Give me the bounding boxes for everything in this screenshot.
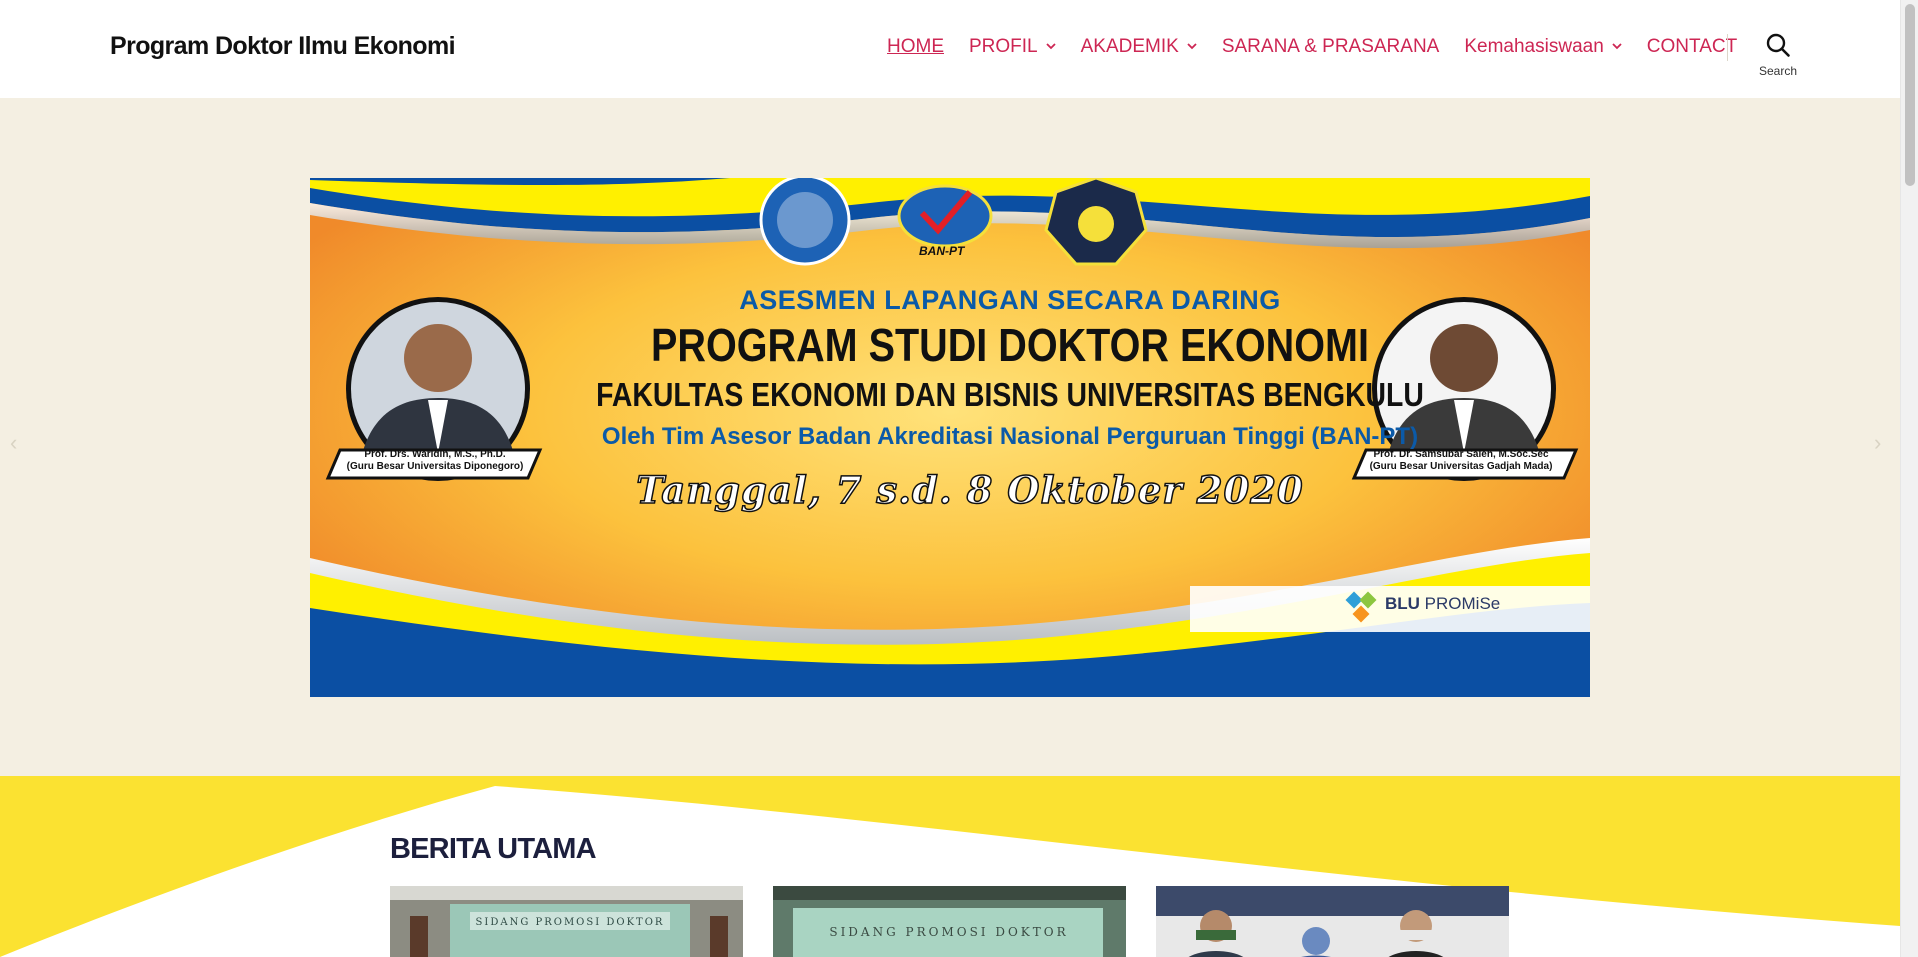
nav-item-label: AKADEMIK	[1080, 36, 1179, 57]
portrait-caption-left: Prof. Drs. Waridin, M.S., Ph.D. (Guru Be…	[330, 449, 540, 473]
news-section: BERITA UTAMA SIDANG PROMOSI DOKTOR SIDAN…	[0, 776, 1900, 957]
partner-logo-rest: PROMiSe	[1419, 594, 1501, 613]
news-card[interactable]: SIDANG PROMOSI DOKTOR	[390, 886, 743, 957]
card-caption: SIDANG PROMOSI DOKTOR	[476, 917, 665, 928]
chevron-down-icon	[1045, 43, 1056, 50]
news-card-image	[1156, 886, 1509, 957]
chevron-down-icon	[1612, 43, 1622, 50]
partner-logo-bold: BLU	[1385, 594, 1420, 613]
search-label: Search	[1758, 64, 1798, 78]
site-header: Program Doktor Ilmu Ekonomi HOME PROFIL …	[0, 0, 1900, 98]
nav-item-label: PROFIL	[969, 36, 1038, 57]
nav-item-akademik[interactable]: AKADEMIK	[1081, 36, 1197, 58]
nav-item-label: CONTACT	[1646, 36, 1738, 57]
news-card-image: SIDANG PROMOSI DOKTOR	[773, 886, 1126, 957]
news-card[interactable]	[1156, 886, 1509, 957]
banner-faculty: FAKULTAS EKONOMI DAN BISNIS UNIVERSITAS …	[596, 376, 1424, 413]
nav-item-profil[interactable]: PROFIL	[969, 36, 1056, 58]
nav-item-contact[interactable]: CONTACT	[1647, 36, 1737, 58]
hero-banner[interactable]: BAN-PT ASESMEN LAPANGAN SECARA DARING PR…	[310, 178, 1590, 697]
banner-assessor: Oleh Tim Asesor Badan Akreditasi Nasiona…	[601, 423, 1419, 450]
partner-logo-text: BLU PROMiSe	[1385, 594, 1500, 614]
card-caption: SIDANG PROMOSI DOKTOR	[829, 925, 1068, 939]
main-nav: HOME PROFIL AKADEMIK SARANA & PRASARANA …	[887, 36, 1762, 58]
search-icon	[1766, 33, 1790, 57]
person-affiliation: (Guru Besar Universitas Gadjah Mada)	[1369, 461, 1553, 472]
news-heading: BERITA UTAMA	[390, 833, 597, 865]
news-card[interactable]: SIDANG PROMOSI DOKTOR	[773, 886, 1126, 957]
nav-item-kemahasiswaan[interactable]: Kemahasiswaan	[1464, 36, 1622, 58]
banner-date: Tanggal, 7 s.d. 8 Oktober 2020	[636, 467, 1304, 513]
nav-item-label: HOME	[887, 36, 944, 57]
banner-title: PROGRAM STUDI DOKTOR EKONOMI	[651, 319, 1369, 371]
nav-divider	[1727, 34, 1728, 61]
scrollbar-thumb[interactable]	[1905, 4, 1915, 186]
nav-item-label: Kemahasiswaan	[1464, 36, 1604, 57]
nav-item-sarana-prasarana[interactable]: SARANA & PRASARANA	[1222, 36, 1440, 58]
banner-subtitle: ASESMEN LAPANGAN SECARA DARING	[739, 285, 1281, 315]
ban-pt-logo-label: BAN-PT	[919, 244, 965, 258]
person-affiliation: (Guru Besar Universitas Diponegoro)	[346, 461, 524, 472]
portrait-caption-right: Prof. Dr. Samsubar Saleh, M.Soc.Sec (Gur…	[1356, 449, 1566, 473]
news-card-image: SIDANG PROMOSI DOKTOR	[390, 886, 743, 957]
person-name: Prof. Dr. Samsubar Saleh, M.Soc.Sec	[1373, 449, 1549, 460]
slider-prev-arrow[interactable]: ‹	[10, 430, 17, 456]
site-title[interactable]: Program Doktor Ilmu Ekonomi	[110, 32, 456, 61]
slider-next-arrow[interactable]: ›	[1874, 430, 1881, 456]
nav-item-label: SARANA & PRASARANA	[1221, 36, 1440, 57]
search-button[interactable]: Search	[1752, 32, 1804, 78]
chevron-down-icon	[1187, 43, 1197, 50]
page-scrollbar[interactable]	[1900, 0, 1918, 957]
nav-item-home[interactable]: HOME	[887, 36, 944, 58]
person-name: Prof. Drs. Waridin, M.S., Ph.D.	[364, 449, 506, 460]
